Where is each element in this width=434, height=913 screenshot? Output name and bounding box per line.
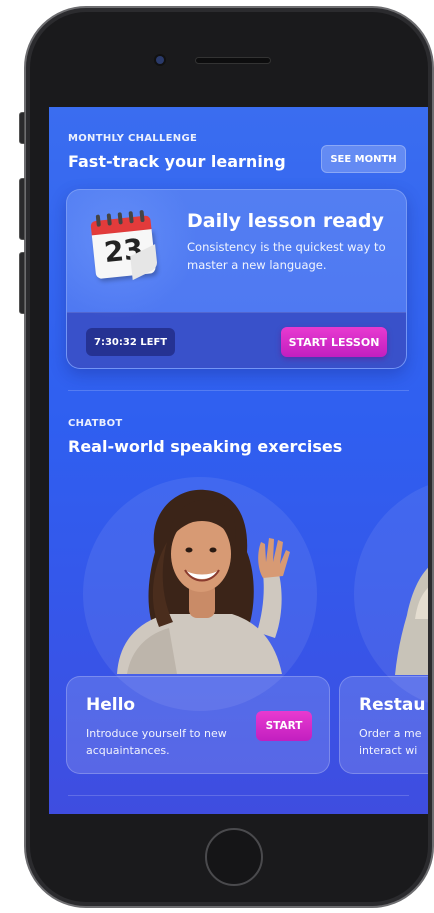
chatbot-card-title: Hello — [86, 695, 136, 715]
chatbot-card-restaurant[interactable]: Restau Order a me interact wi — [339, 676, 428, 774]
calendar-icon: 23 — [90, 209, 161, 281]
chatbot-card-hello[interactable]: Hello Introduce yourself to new acquaint… — [66, 676, 330, 774]
start-lesson-button[interactable]: START LESSON — [281, 327, 387, 357]
mute-switch — [19, 112, 25, 144]
second-avatar-partial — [395, 567, 428, 675]
challenge-title: Fast-track your learning — [68, 152, 286, 171]
challenge-eyebrow: MONTHLY CHALLENGE — [68, 133, 198, 144]
chatbot-card-description: Order a me interact wi — [359, 727, 422, 757]
section-divider-bottom — [68, 795, 409, 796]
volume-up-button — [19, 178, 25, 240]
app-screen: MONTHLY CHALLENGE Fast-track your learni… — [49, 107, 428, 814]
lesson-title: Daily lesson ready — [187, 210, 384, 232]
time-left-badge: 7:30:32 LEFT — [86, 328, 176, 356]
chatbot-card-title: Restau — [359, 695, 426, 715]
chatbot-card-description: Introduce yourself to new acquaintances. — [86, 727, 227, 757]
chatbot-eyebrow: CHATBOT — [68, 418, 123, 429]
home-button[interactable] — [205, 828, 263, 886]
see-month-button[interactable]: SEE MONTH — [321, 145, 406, 173]
woman-waving-avatar — [117, 489, 290, 674]
section-divider — [68, 390, 409, 391]
chatbot-start-button[interactable]: START — [256, 711, 312, 741]
volume-down-button — [19, 252, 25, 314]
daily-lesson-card: 23 Daily lesson ready Consistency is the… — [66, 189, 407, 369]
chatbot-title: Real-world speaking exercises — [68, 437, 343, 456]
earpiece-speaker — [196, 58, 270, 63]
lesson-description: Consistency is the quickest way to maste… — [187, 240, 386, 272]
front-camera — [156, 56, 164, 64]
lesson-footer: 7:30:32 LEFT START LESSON — [67, 312, 406, 368]
